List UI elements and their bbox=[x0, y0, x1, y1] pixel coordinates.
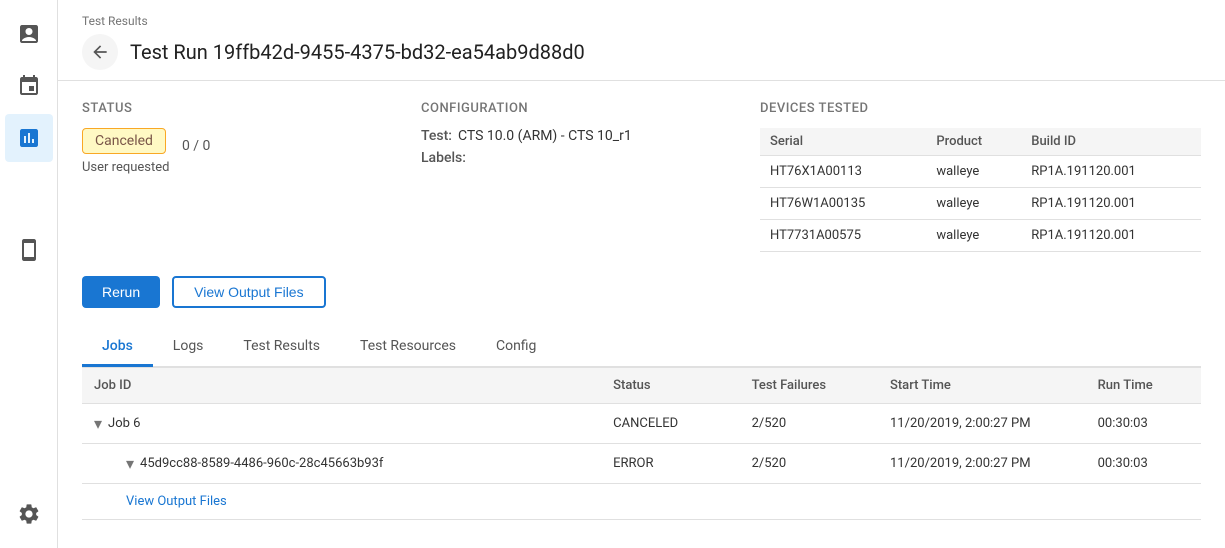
tab-jobs[interactable]: Jobs bbox=[82, 328, 153, 367]
device-serial: HT76X1A00113 bbox=[760, 156, 926, 188]
status-panel: Status Canceled 0 / 0 User requested bbox=[82, 101, 421, 252]
jobs-col-runtime: Run Time bbox=[1086, 368, 1201, 404]
device-product: walleye bbox=[926, 188, 1021, 220]
main-content: Test Results Test Run 19ffb42d-9455-4375… bbox=[58, 0, 1225, 548]
devices-panel: Devices Tested Serial Product Build ID H… bbox=[760, 101, 1201, 252]
job-id-cell: ▾ Job 6 bbox=[82, 404, 601, 444]
header: Test Results Test Run 19ffb42d-9455-4375… bbox=[58, 0, 1225, 81]
devices-table-row: HT76X1A00113 walleye RP1A.191120.001 bbox=[760, 156, 1201, 188]
device-serial: HT76W1A00135 bbox=[760, 188, 926, 220]
pass-fail: 0 / 0 bbox=[182, 138, 210, 154]
config-test-row: Test: CTS 10.0 (ARM) - CTS 10_r1 bbox=[421, 128, 736, 144]
job-name: Job 6 bbox=[108, 416, 140, 431]
rerun-button[interactable]: Rerun bbox=[82, 276, 160, 308]
sub-job-start-time: 11/20/2019, 2:00:27 PM bbox=[878, 444, 1086, 484]
jobs-col-status: Status bbox=[601, 368, 739, 404]
devices-table-row: HT76W1A00135 walleye RP1A.191120.001 bbox=[760, 188, 1201, 220]
devices-panel-title: Devices Tested bbox=[760, 101, 1201, 116]
devices-col-product: Product bbox=[926, 128, 1021, 156]
device-serial: HT7731A00575 bbox=[760, 220, 926, 252]
job-start-time: 11/20/2019, 2:00:27 PM bbox=[878, 404, 1086, 444]
device-product: walleye bbox=[926, 156, 1021, 188]
view-output-row: View Output Files bbox=[82, 484, 1201, 520]
top-panels: Status Canceled 0 / 0 User requested Con… bbox=[82, 101, 1201, 252]
config-labels-row: Labels: bbox=[421, 150, 736, 166]
table-row: ▾ Job 6 CANCELED 2/520 11/20/2019, 2:00:… bbox=[82, 404, 1201, 444]
view-output-files-link[interactable]: View Output Files bbox=[94, 490, 239, 513]
content-area: Status Canceled 0 / 0 User requested Con… bbox=[58, 81, 1225, 548]
page-title: Test Run 19ffb42d-9455-4375-bd32-ea54ab9… bbox=[130, 40, 585, 64]
sub-job-run-time: 00:30:03 bbox=[1086, 444, 1201, 484]
back-button[interactable] bbox=[82, 34, 118, 70]
sidebar-item-tasks[interactable] bbox=[5, 10, 53, 58]
devices-col-serial: Serial bbox=[760, 128, 926, 156]
job-run-time: 00:30:03 bbox=[1086, 404, 1201, 444]
sidebar-item-devices[interactable] bbox=[5, 226, 53, 274]
jobs-table: Job ID Status Test Failures Start Time R… bbox=[82, 367, 1201, 520]
sub-job-id: 45d9cc88-8589-4486-960c-28c45663b93f bbox=[140, 456, 383, 471]
devices-table: Serial Product Build ID HT76X1A00113 wal… bbox=[760, 128, 1201, 252]
device-build-id: RP1A.191120.001 bbox=[1021, 188, 1201, 220]
sidebar bbox=[0, 0, 58, 548]
config-test-label: Test: bbox=[421, 128, 452, 144]
job-status: CANCELED bbox=[601, 404, 739, 444]
tab-test-results[interactable]: Test Results bbox=[223, 328, 340, 367]
expand-icon[interactable]: ▾ bbox=[126, 454, 134, 473]
table-row: ▾ 45d9cc88-8589-4486-960c-28c45663b93f E… bbox=[82, 444, 1201, 484]
actions-row: Rerun View Output Files bbox=[82, 276, 1201, 308]
status-badge: Canceled bbox=[82, 128, 166, 154]
status-panel-title: Status bbox=[82, 101, 397, 116]
job-failures: 2/520 bbox=[740, 404, 878, 444]
jobs-col-failures: Test Failures bbox=[740, 368, 878, 404]
device-build-id: RP1A.191120.001 bbox=[1021, 220, 1201, 252]
sub-job-status: ERROR bbox=[601, 444, 739, 484]
config-panel-title: Configuration bbox=[421, 101, 736, 116]
sub-job-failures: 2/520 bbox=[740, 444, 878, 484]
view-output-button[interactable]: View Output Files bbox=[172, 276, 325, 308]
tab-config[interactable]: Config bbox=[476, 328, 556, 367]
device-product: walleye bbox=[926, 220, 1021, 252]
status-sub-label: User requested bbox=[82, 160, 397, 175]
sidebar-item-schedule[interactable] bbox=[5, 62, 53, 110]
config-test-value: CTS 10.0 (ARM) - CTS 10_r1 bbox=[458, 128, 632, 144]
tabs: JobsLogsTest ResultsTest ResourcesConfig bbox=[82, 328, 1201, 367]
sub-job-id-cell: ▾ 45d9cc88-8589-4486-960c-28c45663b93f bbox=[82, 444, 601, 484]
config-labels-label: Labels: bbox=[421, 150, 466, 166]
sidebar-item-results[interactable] bbox=[5, 114, 53, 162]
config-panel: Configuration Test: CTS 10.0 (ARM) - CTS… bbox=[421, 101, 760, 252]
tab-test-resources[interactable]: Test Resources bbox=[340, 328, 476, 367]
jobs-col-starttime: Start Time bbox=[878, 368, 1086, 404]
devices-col-build: Build ID bbox=[1021, 128, 1201, 156]
devices-table-row: HT7731A00575 walleye RP1A.191120.001 bbox=[760, 220, 1201, 252]
jobs-col-jobid: Job ID bbox=[82, 368, 601, 404]
tab-logs[interactable]: Logs bbox=[153, 328, 224, 367]
expand-icon[interactable]: ▾ bbox=[94, 414, 102, 433]
sidebar-item-settings[interactable] bbox=[5, 490, 53, 538]
breadcrumb: Test Results bbox=[82, 14, 1201, 28]
device-build-id: RP1A.191120.001 bbox=[1021, 156, 1201, 188]
